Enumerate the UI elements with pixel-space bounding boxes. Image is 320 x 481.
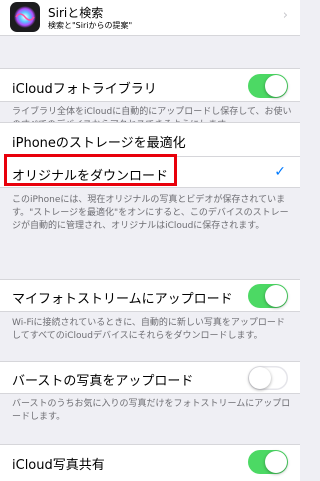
burst-photos-row: バーストの写真をアップロード — [0, 361, 300, 394]
my-photo-stream-label: マイフォトストリームにアップロード — [12, 292, 233, 307]
my-photo-stream-toggle[interactable] — [248, 284, 288, 308]
icloud-photo-library-row: iCloudフォトライブラリ — [0, 68, 300, 102]
siri-icon — [10, 2, 40, 32]
my-photo-stream-row: マイフォトストリームにアップロード — [0, 279, 300, 312]
chevron-right-icon: › — [282, 8, 288, 23]
toggle-knob — [249, 367, 271, 389]
toggle-knob — [265, 75, 287, 97]
optimize-storage-row[interactable]: iPhoneのストレージを最適化 — [0, 123, 300, 156]
icloud-photo-library-label: iCloudフォトライブラリ — [12, 82, 157, 97]
checkmark-icon: ✓ — [274, 164, 286, 180]
burst-photos-toggle[interactable] — [248, 366, 288, 390]
siri-search-title: Siriと検索 — [48, 6, 104, 20]
siri-search-row[interactable]: Siriと検索 検索と"Siriからの提案" › — [0, 0, 300, 36]
storage-footer: このiPhoneには、現在オリジナルの写真とビデオが保存されています。"ストレー… — [12, 195, 289, 231]
my-photo-stream-footer: Wi-Fiに接続されているときに、自動的に新しい写真をアップロードしてすべてのi… — [12, 318, 285, 341]
siri-search-subtitle: 検索と"Siriからの提案" — [48, 21, 133, 30]
icloud-photo-sharing-row: iCloud写真共有 — [0, 444, 300, 481]
burst-photos-footer: バーストのうちお気に入りの写真だけをフォトストリームにアップロードします。 — [12, 399, 291, 422]
icloud-photo-library-toggle[interactable] — [248, 74, 288, 98]
icloud-photo-sharing-toggle[interactable] — [248, 450, 288, 474]
icloud-photo-sharing-label: iCloud写真共有 — [12, 458, 105, 473]
optimize-storage-label: iPhoneのストレージを最適化 — [12, 136, 186, 151]
toggle-knob — [265, 451, 287, 473]
burst-photos-label: バーストの写真をアップロード — [12, 374, 194, 389]
toggle-knob — [265, 285, 287, 307]
highlight-box — [4, 154, 177, 186]
